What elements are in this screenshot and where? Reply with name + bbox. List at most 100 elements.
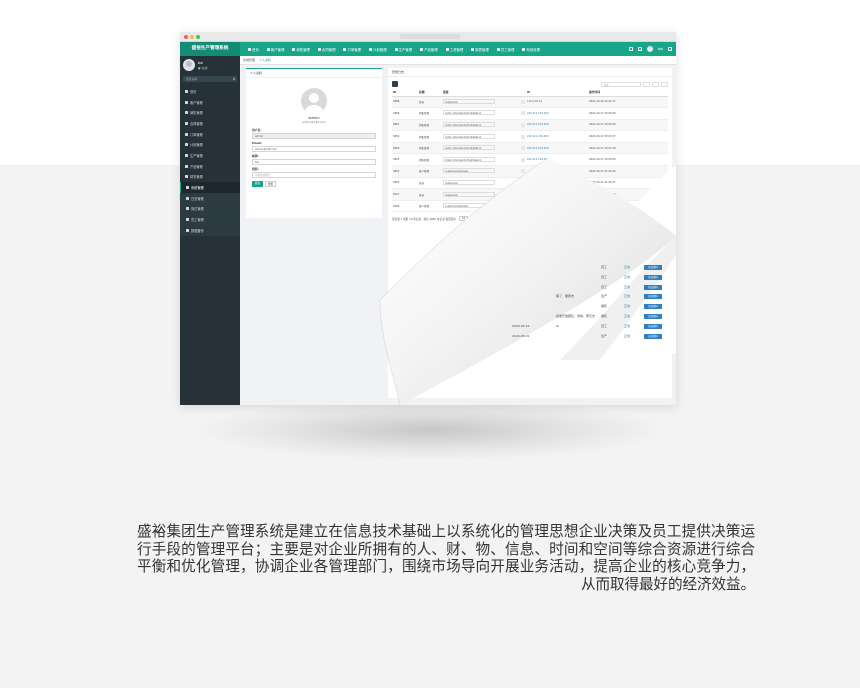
table-row[interactable]: 3655 销售管理/order_info/index?ref=addtabs=1 2… [392,153,668,167]
sidebar-item[interactable]: 客户管理 [180,97,240,108]
sidebar-subitem[interactable]: 日志管理 [180,193,240,204]
top-nav-item[interactable]: 员工管理 [493,47,519,52]
underpage-cell-btn[interactable]: 修改资料 [644,265,662,270]
top-nav-item[interactable]: 合同管理 [314,47,340,52]
top-nav-item[interactable]: 系统设置 [518,47,544,52]
column-header[interactable]: 链接 [442,89,518,97]
submit-button[interactable]: 提交 [252,181,263,187]
open-link-icon[interactable] [521,146,525,151]
toggle-view-button[interactable] [643,81,650,87]
open-link-icon[interactable] [521,192,525,197]
open-link-icon[interactable] [521,204,525,209]
table-row[interactable]: 3660 销售管理/order_info/index?ref=addtabs=1 2… [392,142,668,155]
top-nav-item[interactable]: 订单管理 [339,47,365,52]
underpage-cell-op[interactable]: 正常 [624,265,630,269]
underpage-cell-btn[interactable]: 修改资料 [644,314,662,319]
search-icon[interactable] [232,77,235,80]
field-input[interactable]: admin@126.com [252,146,376,152]
url-field[interactable]: /order_info/index?ref=addtabs=1 [443,145,495,151]
underpage-cell-btn[interactable]: 修改资料 [644,294,662,300]
underpage-cell-op[interactable]: 正常 [624,334,630,338]
top-nav-item[interactable]: 客户管理 [263,47,289,52]
sidebar-subitem[interactable]: 岗位管理 [180,204,240,215]
sidebar-item[interactable]: 计划管理 [180,139,240,150]
url-field[interactable]: /customer/index/ajax [443,203,495,209]
sidebar-item[interactable]: 首页 [180,86,240,97]
app-brand[interactable]: 盛裕生产管理系统 [180,42,240,56]
field-input[interactable]: admin [252,133,376,139]
sidebar-item[interactable]: 合同管理 [180,118,240,129]
top-nav-item[interactable]: 首页 [244,47,263,52]
url-field[interactable]: /customer/index/ajax [443,168,495,174]
top-user-name[interactable]: bai [658,47,663,51]
url-field[interactable]: /index/login [443,191,495,197]
breadcrumb-item[interactable]: 系统管理 [243,58,255,62]
url-field[interactable]: /order_info/index?ref=addtabs=1 [443,110,495,116]
underpage-cell-btn[interactable]: 修改资料 [644,333,662,339]
open-link-icon[interactable] [521,180,525,185]
table-row[interactable]: 3666 销售管理/order_info/index?ref=addtabs=1 2… [392,107,668,120]
table-row[interactable]: 3668 登录/index/login 116.6.64.32 2020-10-16 … [392,96,668,109]
url-field[interactable]: /order_info/index?ref=addtabs=1 [443,156,495,162]
breadcrumb-current[interactable]: 个人资料 [259,58,271,62]
table-search-input[interactable]: 搜索 [601,81,641,87]
open-link-icon[interactable] [521,99,525,104]
url-field[interactable]: /order_info/index?ref=addtabs=1 [443,121,495,127]
underpage-cell-btn[interactable]: 修改资料 [644,274,662,280]
underpage-cell-op[interactable]: 正常 [624,275,630,279]
url-field[interactable]: /order_info/index?ref=addtabs=1 [443,133,495,139]
top-nav-item[interactable]: 报表管理 [467,47,493,52]
settings-icon[interactable] [668,47,672,51]
open-link-icon[interactable] [521,134,525,139]
underpage-cell-op[interactable]: 正常 [624,294,630,298]
open-link-icon[interactable] [521,122,525,127]
table-row[interactable]: 3659 销售管理/order_info/index?ref=addtabs=1 2… [392,130,668,143]
table-row[interactable]: 2906 客户管理/customer/index/ajax 2020-10-14 1… [392,200,668,213]
column-header[interactable]: IP [526,89,588,97]
table-row[interactable]: 2937 登录/index/login 2020-10-16 17:58:14 [392,188,668,201]
profile-avatar[interactable] [301,88,327,114]
refresh-icon[interactable] [637,47,642,51]
reset-button[interactable]: 重置 [265,181,276,187]
table-row[interactable]: 3653 客户管理/customer/index/ajax 2020-10-17 2… [392,165,668,178]
underpage-cell-op[interactable]: 正常 [624,285,630,289]
sidebar-subitem[interactable]: 员工管理 [180,214,240,225]
table-row[interactable]: 3652 登录/index/login 2020-10-17 21:22:37 [392,177,668,190]
column-header[interactable]: 标题 [418,89,442,97]
top-nav-item[interactable]: 计划管理 [365,47,391,52]
column-header[interactable]: ID [392,89,418,97]
field-input[interactable]: bai [252,159,376,165]
page-size-select[interactable]: 10 [459,216,469,222]
column-header[interactable] [518,89,526,97]
sidebar-item[interactable]: 财务管理 [180,172,240,183]
top-nav-item[interactable]: 产品管理 [416,47,442,52]
address-bar[interactable] [400,34,460,39]
sidebar-subitem[interactable]: 数据备份 [180,225,240,236]
url-field[interactable]: /index/login [443,179,495,185]
refresh-button[interactable] [392,81,398,87]
open-link-icon[interactable] [521,111,525,116]
export-button[interactable] [661,81,668,87]
sidebar-item[interactable]: 订单管理 [180,129,240,140]
sidebar-item[interactable]: 产品管理 [180,161,240,172]
underpage-cell-op[interactable]: 正常 [624,314,630,318]
underpage-cell-op[interactable]: 正常 [624,304,630,308]
underpage-cell-btn[interactable]: 修改资料 [644,323,662,329]
close-dot-icon[interactable] [184,35,188,39]
user-avatar[interactable] [646,46,653,52]
sidebar-item[interactable]: 生产管理 [180,150,240,161]
sidebar-item[interactable]: 系统管理 [180,182,240,193]
underpage-cell-btn[interactable]: 修改资料 [644,304,662,310]
sidebar-item[interactable]: 销售管理 [180,107,240,118]
url-field[interactable]: /index/login [443,98,495,104]
top-nav-item[interactable]: 生产管理 [391,47,417,52]
sidebar-search-input[interactable]: 搜索菜单 [183,76,237,82]
underpage-cell-btn[interactable]: 修改资料 [644,284,662,290]
maximize-dot-icon[interactable] [196,35,200,39]
open-link-icon[interactable] [521,157,525,162]
underpage-cell-op[interactable]: 正常 [624,324,630,328]
open-link-icon[interactable] [521,169,525,174]
fullscreen-icon[interactable] [628,47,633,51]
columns-button[interactable] [652,81,659,87]
top-nav-item[interactable]: 销售管理 [288,47,314,52]
